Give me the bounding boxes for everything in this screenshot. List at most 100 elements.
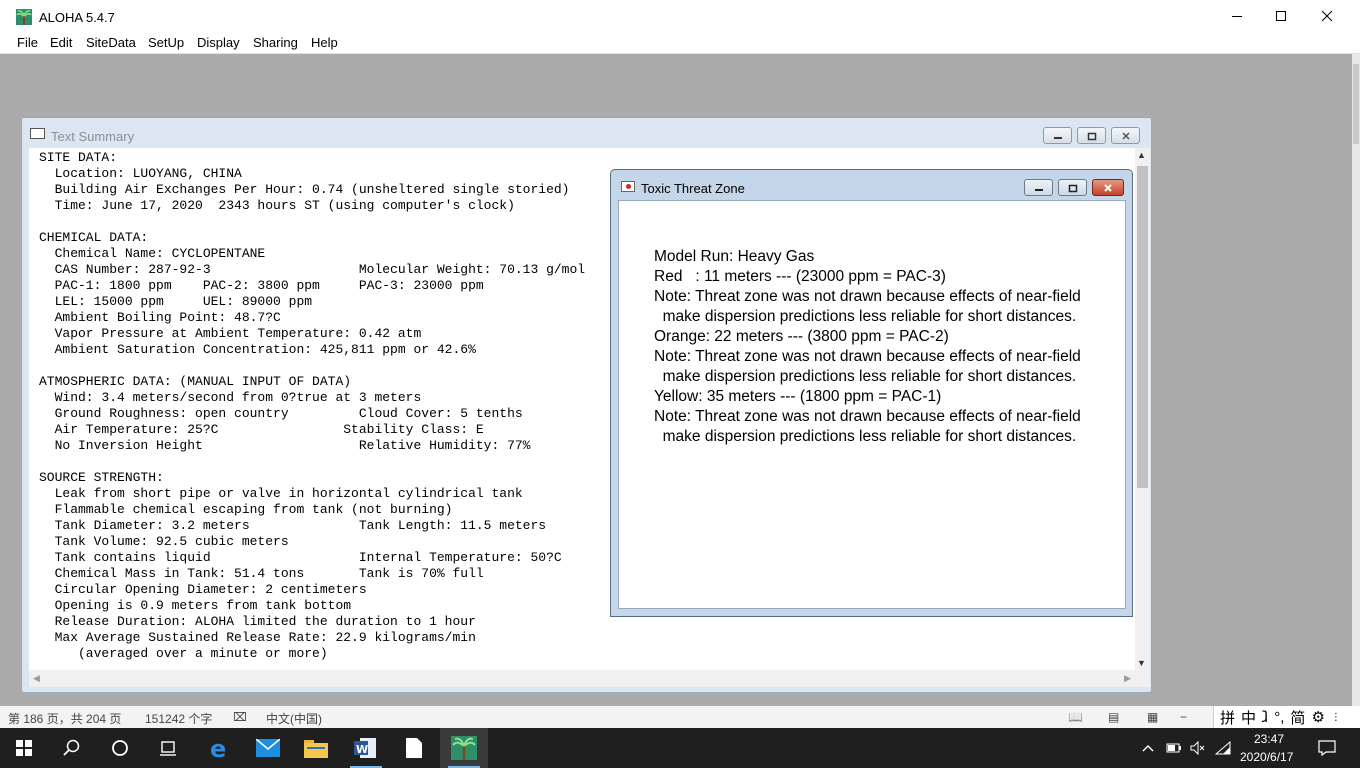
word-count[interactable]: 151242 个字 — [145, 710, 212, 727]
chevron-up-icon[interactable] — [1142, 740, 1154, 756]
scroll-up-icon[interactable]: ▲ — [1137, 150, 1146, 160]
threat-zone-close-button[interactable] — [1092, 179, 1124, 196]
print-layout-icon[interactable]: ▤ — [1108, 710, 1119, 724]
threat-zone-line: make dispersion predictions less reliabl… — [654, 368, 1077, 385]
summary-line: CHEMICAL DATA: — [39, 230, 149, 245]
summary-line: Tank Diameter: 3.2 meters Tank Length: 1… — [39, 518, 547, 533]
scroll-left-icon[interactable]: ◀ — [33, 673, 40, 684]
ime-simplified[interactable]: 简 — [1290, 707, 1305, 728]
language-indicator[interactable]: 中文(中国) — [266, 710, 322, 727]
threat-zone-line: Note: Threat zone was not drawn because … — [654, 288, 1081, 305]
summary-line: Leak from short pipe or valve in horizon… — [39, 486, 523, 501]
text-summary-restore-button[interactable] — [1077, 127, 1106, 144]
scrollbar-thumb[interactable] — [1353, 64, 1359, 144]
battery-icon[interactable] — [1166, 740, 1182, 756]
threat-zone-restore-button[interactable] — [1058, 179, 1087, 196]
toxic-threat-zone-content[interactable]: Model Run: Heavy Gas Red : 11 meters --- … — [618, 200, 1126, 609]
app-titlebar: ALOHA 5.4.7 — [0, 0, 1360, 32]
summary-line: Building Air Exchanges Per Hour: 0.74 (u… — [39, 182, 570, 197]
summary-line: Time: June 17, 2020 2343 hours ST (using… — [39, 198, 515, 213]
toxic-threat-zone-titlebar[interactable]: Toxic Threat Zone — [611, 170, 1132, 199]
scrollbar-thumb[interactable] — [1137, 166, 1148, 488]
menu-edit[interactable]: Edit — [50, 35, 72, 50]
volume-muted-icon[interactable] — [1190, 740, 1206, 756]
summary-line: PAC-1: 1800 ppm PAC-2: 3800 ppm PAC-3: 2… — [39, 278, 484, 293]
scroll-right-icon[interactable]: ▶ — [1124, 673, 1131, 684]
clock-time[interactable]: 23:47 — [1254, 732, 1284, 746]
text-summary-title: Text Summary — [51, 129, 135, 144]
page-count[interactable]: 第 186 页，共 204 页 — [8, 710, 121, 727]
web-layout-icon[interactable]: ▦ — [1147, 710, 1158, 724]
ime-menu-icon[interactable]: ⋮ — [1331, 712, 1341, 723]
summary-line: Chemical Mass in Tank: 51.4 tons Tank is… — [39, 566, 484, 581]
task-view-button[interactable] — [144, 728, 192, 768]
menu-sitedata[interactable]: SiteData — [86, 35, 136, 50]
wifi-icon[interactable] — [1215, 740, 1231, 756]
ime-halfwidth-icon[interactable]: ⱹ — [1262, 708, 1268, 726]
menu-display[interactable]: Display — [197, 35, 240, 50]
cortana-button[interactable] — [96, 728, 144, 768]
background-scrollbar[interactable] — [1352, 54, 1360, 706]
ime-chinese-mode[interactable]: 中 — [1241, 707, 1256, 728]
threat-zone-lines: Model Run: Heavy Gas Red : 11 meters --- … — [654, 247, 1081, 447]
menu-help[interactable]: Help — [311, 35, 338, 50]
mail-button[interactable] — [244, 728, 292, 768]
task-view-icon — [160, 741, 176, 756]
close-icon — [1321, 10, 1333, 22]
text-summary-vertical-scrollbar[interactable]: ▲ ▼ — [1135, 148, 1150, 670]
menu-sharing[interactable]: Sharing — [253, 35, 298, 50]
palm-tree-icon — [451, 736, 477, 760]
aloha-button[interactable] — [440, 728, 488, 768]
app-title: ALOHA 5.4.7 — [39, 10, 115, 25]
summary-line — [39, 214, 585, 230]
threat-zone-line: Yellow: 35 meters --- (1800 ppm = PAC-1) — [654, 388, 942, 405]
summary-line: Circular Opening Diameter: 2 centimeters — [39, 582, 367, 597]
threat-zone-minimize-button[interactable] — [1024, 179, 1053, 196]
summary-line: (averaged over a minute or more) — [39, 646, 328, 661]
maximize-icon — [1276, 11, 1286, 21]
minimize-icon — [1053, 136, 1062, 139]
text-summary-close-button[interactable] — [1111, 127, 1140, 144]
word-button[interactable]: W — [342, 728, 390, 768]
proofing-icon[interactable]: ⌧ — [233, 710, 247, 724]
ime-toolbar: 拼 中 ⱹ °, 简 ⚙ ⋮ — [1213, 706, 1360, 728]
close-icon — [1121, 131, 1130, 140]
windows-logo-icon — [16, 740, 32, 756]
search-button[interactable] — [48, 728, 96, 768]
ime-punctuation[interactable]: °, — [1274, 709, 1284, 726]
search-icon — [63, 739, 80, 756]
summary-line: Location: LUOYANG, CHINA — [39, 166, 242, 181]
text-summary-minimize-button[interactable] — [1043, 127, 1072, 144]
notification-icon[interactable] — [1318, 740, 1336, 756]
minimize-button[interactable] — [1214, 0, 1260, 32]
zoom-out-icon[interactable]: − — [1180, 710, 1187, 724]
ime-pinyin[interactable]: 拼 — [1220, 707, 1235, 728]
summary-line: Wind: 3.4 meters/second from 0?true at 3… — [39, 390, 422, 405]
summary-line: SOURCE STRENGTH: — [39, 470, 164, 485]
text-summary-titlebar[interactable]: Text Summary — [22, 118, 1151, 148]
gear-icon[interactable]: ⚙ — [1311, 708, 1324, 726]
close-button[interactable] — [1304, 0, 1350, 32]
scroll-down-icon[interactable]: ▼ — [1137, 658, 1146, 668]
file-explorer-button[interactable] — [292, 728, 340, 768]
summary-line: Vapor Pressure at Ambient Temperature: 0… — [39, 326, 422, 341]
edge-button[interactable]: e — [196, 728, 244, 768]
read-mode-icon[interactable]: 📖 — [1068, 710, 1083, 724]
menu-file[interactable]: File — [17, 35, 38, 50]
taskbar: e W 23:47 2020/6/17 — [0, 728, 1360, 768]
maximize-button[interactable] — [1258, 0, 1304, 32]
close-icon — [1104, 183, 1112, 192]
resize-grip[interactable] — [1135, 670, 1150, 687]
menu-setup[interactable]: SetUp — [148, 35, 184, 50]
start-button[interactable] — [0, 728, 48, 768]
threat-zone-window-icon — [621, 181, 635, 192]
clock-date[interactable]: 2020/6/17 — [1240, 750, 1293, 764]
summary-line: Opening is 0.9 meters from tank bottom — [39, 598, 352, 613]
word-status-bar: 第 186 页，共 204 页 151242 个字 ⌧ 中文(中国) 📖 ▤ ▦… — [0, 706, 1360, 728]
summary-line: Ground Roughness: open country Cloud Cov… — [39, 406, 523, 421]
threat-zone-line: Model Run: Heavy Gas — [654, 248, 815, 265]
summary-line: Tank Volume: 92.5 cubic meters — [39, 534, 289, 549]
summary-line: Flammable chemical escaping from tank (n… — [39, 502, 453, 517]
text-summary-horizontal-scrollbar[interactable]: ◀ ▶ — [29, 670, 1135, 687]
document-button[interactable] — [390, 728, 438, 768]
